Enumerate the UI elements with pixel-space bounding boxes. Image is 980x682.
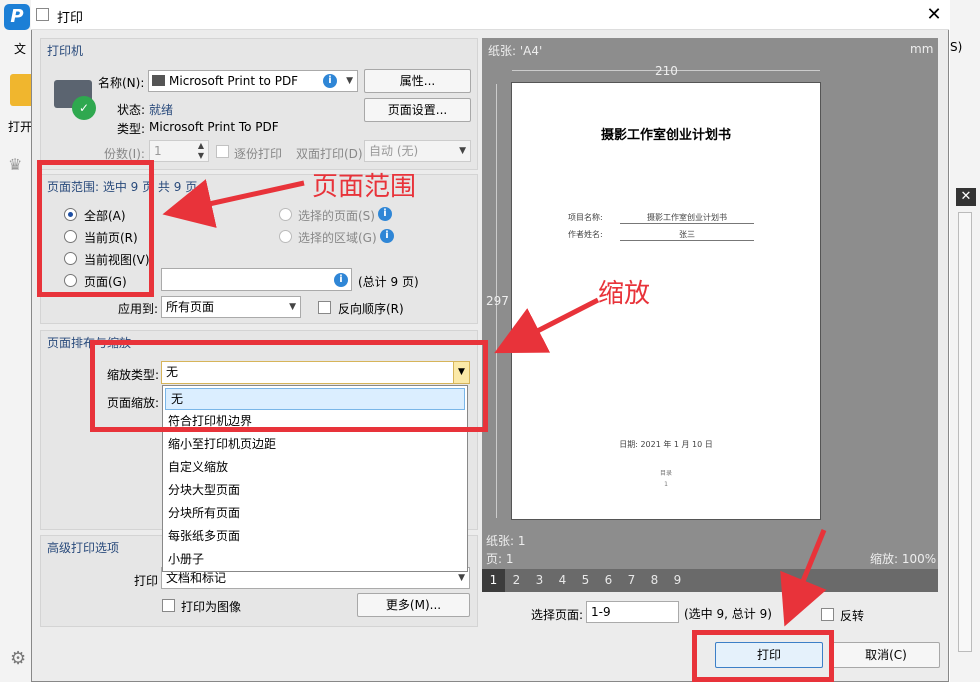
range-arrow-icon	[162, 179, 305, 228]
zoom-arrow-icon	[494, 297, 600, 354]
annotation-arrows	[162, 179, 827, 627]
print-arrow-icon	[780, 529, 827, 627]
